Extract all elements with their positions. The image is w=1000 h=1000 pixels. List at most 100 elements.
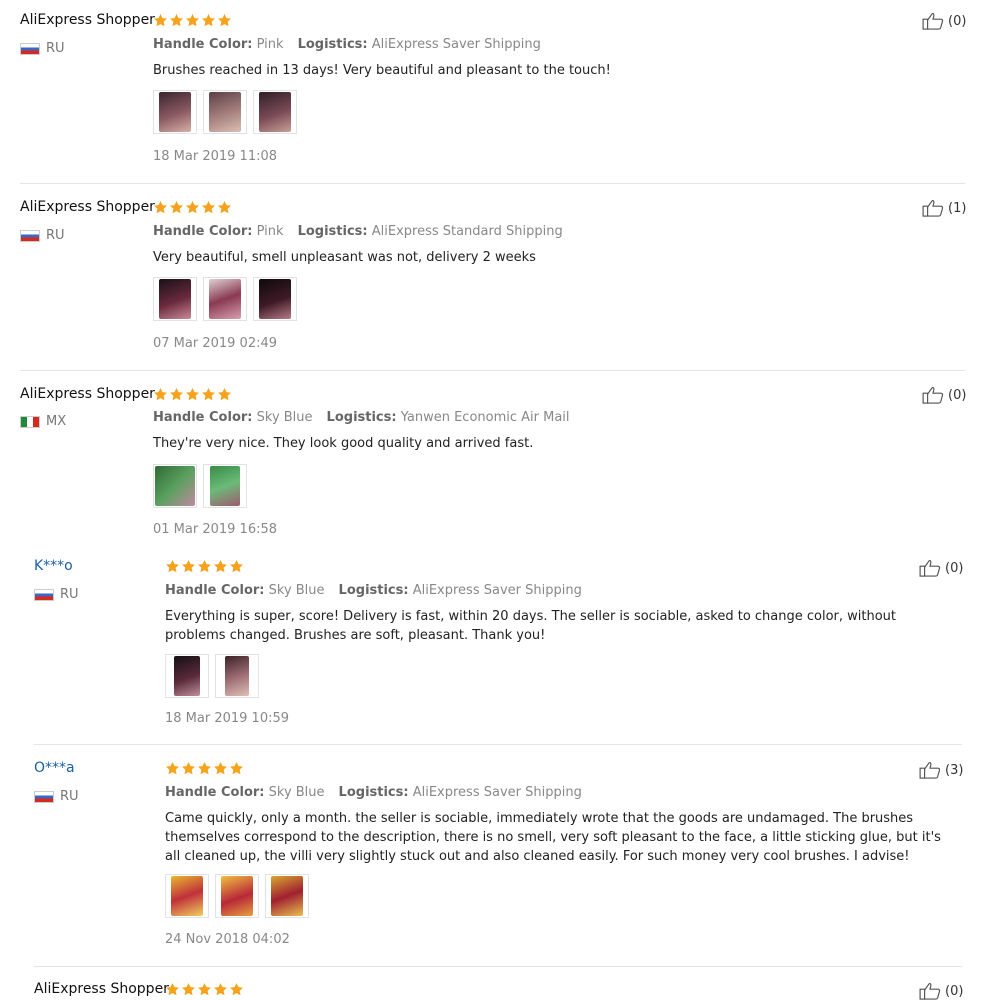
star-icon: [229, 982, 244, 997]
star-icon: [229, 761, 244, 776]
logistics-label: Logistics:: [326, 410, 397, 425]
helpful-button[interactable]: (1): [922, 199, 966, 217]
star-icon: [185, 387, 200, 402]
thumbs-up-icon: [922, 386, 944, 404]
star-icon: [165, 982, 180, 997]
helpful-count: (0): [948, 13, 967, 29]
review-text: Came quickly, only a month. the seller i…: [165, 811, 941, 864]
helpful-button[interactable]: (0): [922, 12, 966, 30]
logistics-label: Logistics:: [338, 785, 409, 800]
star-icon: [169, 200, 184, 215]
reviewer-country: MX: [20, 414, 66, 429]
helpful-button[interactable]: (0): [919, 982, 963, 1000]
star-icon: [181, 559, 196, 574]
review-photos: [153, 277, 297, 321]
review-photo-thumbnail[interactable]: [215, 654, 259, 698]
reviewer-country: RU: [20, 41, 65, 56]
review-date: 24 Nov 2018 04:02: [165, 932, 290, 947]
star-icon: [217, 200, 232, 215]
handle-color-value: Sky Blue: [268, 785, 325, 800]
logistics-value: AliExpress Saver Shipping: [412, 785, 582, 800]
handle-color-label: Handle Color:: [153, 37, 253, 52]
review-photo-thumbnail[interactable]: [153, 90, 197, 134]
reviewer-name[interactable]: AliExpress Shopper: [20, 386, 155, 402]
star-icon: [229, 559, 244, 574]
thumbs-up-icon: [919, 559, 941, 577]
reviewer-name[interactable]: K***o: [34, 558, 73, 574]
country-code: RU: [60, 587, 79, 602]
review-photos: [153, 464, 247, 508]
review-photo-thumbnail[interactable]: [253, 90, 297, 134]
review-photo-thumbnail[interactable]: [203, 90, 247, 134]
star-icon: [201, 13, 216, 28]
star-icon: [153, 200, 168, 215]
star-icon: [213, 982, 228, 997]
flag-ru-icon: [34, 790, 54, 803]
divider: [34, 744, 962, 745]
star-icon: [201, 387, 216, 402]
star-icon: [213, 761, 228, 776]
thumbs-up-icon: [919, 761, 941, 779]
review-photo-thumbnail[interactable]: [215, 874, 259, 918]
star-icon: [197, 761, 212, 776]
handle-color-value: Sky Blue: [256, 410, 313, 425]
star-icon: [181, 982, 196, 997]
star-icon: [213, 559, 228, 574]
country-code: RU: [46, 41, 65, 56]
divider: [20, 183, 965, 184]
helpful-button[interactable]: (0): [922, 386, 966, 404]
country-code: RU: [60, 789, 79, 804]
star-icon: [165, 559, 180, 574]
flag-ru-icon: [34, 588, 54, 601]
star-icon: [153, 13, 168, 28]
star-icon: [185, 13, 200, 28]
star-icon: [201, 200, 216, 215]
review-attributes: Handle Color: Sky Blue Logistics: AliExpr…: [165, 583, 582, 598]
logistics-label: Logistics:: [297, 224, 368, 239]
star-icon: [169, 13, 184, 28]
reviewer-name[interactable]: AliExpress Shopper: [20, 199, 155, 215]
review-photo-thumbnail[interactable]: [203, 464, 247, 508]
review-text: Brushes reached in 13 days! Very beautif…: [153, 63, 611, 78]
star-icon: [181, 761, 196, 776]
review-photo-thumbnail[interactable]: [203, 277, 247, 321]
reviewer-country: RU: [34, 789, 79, 804]
helpful-button[interactable]: (0): [919, 559, 963, 577]
helpful-count: (0): [945, 983, 964, 999]
star-rating: [165, 559, 244, 575]
handle-color-label: Handle Color:: [165, 583, 265, 598]
star-icon: [185, 200, 200, 215]
review-text: Everything is super, score! Delivery is …: [165, 609, 897, 643]
country-code: MX: [46, 414, 67, 429]
handle-color-value: Sky Blue: [268, 583, 325, 598]
review-photo-thumbnail[interactable]: [265, 874, 309, 918]
logistics-value: AliExpress Saver Shipping: [412, 583, 582, 598]
logistics-value: Yanwen Economic Air Mail: [400, 410, 570, 425]
reviewer-name[interactable]: AliExpress Shopper: [20, 12, 155, 28]
review-attributes: Handle Color: Sky Blue Logistics: Yanwen …: [153, 410, 570, 425]
star-icon: [217, 387, 232, 402]
logistics-label: Logistics:: [297, 37, 368, 52]
star-rating: [165, 761, 244, 777]
logistics-value: AliExpress Saver Shipping: [371, 37, 541, 52]
logistics-value: AliExpress Standard Shipping: [371, 224, 563, 239]
reviewer-name[interactable]: O***a: [34, 760, 75, 776]
handle-color-label: Handle Color:: [165, 785, 265, 800]
thumbs-up-icon: [922, 199, 944, 217]
reviewer-name[interactable]: AliExpress Shopper: [34, 981, 169, 997]
review-date: 07 Mar 2019 02:49: [153, 336, 278, 351]
helpful-button[interactable]: (3): [919, 761, 963, 779]
review-photo-thumbnail[interactable]: [153, 277, 197, 321]
helpful-count: (0): [945, 560, 964, 576]
divider: [20, 370, 965, 371]
review-photo-thumbnail[interactable]: [153, 464, 197, 508]
review-attributes: Handle Color: Pink Logistics: AliExpress …: [153, 224, 563, 239]
star-icon: [197, 559, 212, 574]
review-photo-thumbnail[interactable]: [165, 654, 209, 698]
flag-mx-icon: [20, 415, 40, 428]
review-photo-thumbnail[interactable]: [165, 874, 209, 918]
review-text: They're very nice. They look good qualit…: [153, 436, 534, 451]
handle-color-label: Handle Color:: [153, 224, 253, 239]
logistics-label: Logistics:: [338, 583, 409, 598]
review-photo-thumbnail[interactable]: [253, 277, 297, 321]
